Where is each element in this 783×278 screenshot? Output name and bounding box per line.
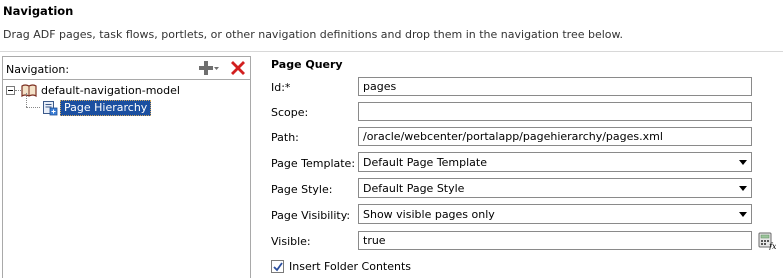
form-title: Page Query bbox=[271, 58, 343, 71]
scope-field[interactable] bbox=[358, 102, 752, 121]
insert-folder-contents-label: Insert Folder Contents bbox=[289, 260, 412, 273]
add-plus-icon[interactable] bbox=[199, 60, 219, 76]
tree-item-page-hierarchy[interactable]: Page Hierarchy bbox=[42, 99, 152, 116]
insert-folder-contents-checkbox[interactable] bbox=[271, 260, 284, 273]
page-visibility-select[interactable]: Show visible pages only bbox=[358, 204, 752, 224]
navigation-label: Navigation: bbox=[6, 63, 70, 76]
path-field[interactable]: /oracle/webcenter/portalapp/pagehierarch… bbox=[358, 127, 752, 146]
chevron-down-icon bbox=[739, 160, 747, 165]
scope-label: Scope: bbox=[271, 106, 309, 119]
id-label: Id:* bbox=[271, 81, 291, 94]
page-style-value: Default Page Style bbox=[363, 182, 465, 195]
tree-connector-vertical bbox=[26, 93, 27, 107]
tree-root-node[interactable]: default-navigation-model bbox=[6, 82, 180, 99]
tree-connector-horizontal bbox=[26, 107, 40, 108]
visible-label: Visible: bbox=[271, 235, 311, 248]
chevron-down-icon bbox=[739, 212, 747, 217]
navigation-panel: Navigation: default-navigation-model Pag… bbox=[2, 56, 251, 278]
navigation-header: Navigation: bbox=[3, 57, 250, 79]
book-icon bbox=[21, 83, 37, 98]
section-description: Drag ADF pages, task flows, portlets, or… bbox=[3, 28, 624, 41]
visible-field[interactable]: true bbox=[358, 231, 752, 250]
page-style-select[interactable]: Default Page Style bbox=[358, 178, 752, 198]
page-template-value: Default Page Template bbox=[363, 156, 488, 169]
page-style-label: Page Style: bbox=[271, 183, 333, 196]
page-template-select[interactable]: Default Page Template bbox=[358, 152, 752, 172]
divider bbox=[0, 51, 783, 52]
id-field[interactable]: pages bbox=[358, 77, 752, 96]
collapse-toggle-icon[interactable] bbox=[6, 86, 15, 95]
delete-x-icon[interactable] bbox=[229, 59, 247, 77]
insert-folder-contents-row[interactable]: Insert Folder Contents bbox=[271, 260, 411, 273]
chevron-down-icon bbox=[739, 186, 747, 191]
svg-text:fx: fx bbox=[768, 242, 776, 250]
tree-item-label: Page Hierarchy bbox=[60, 99, 152, 116]
page-hierarchy-icon bbox=[42, 100, 58, 116]
expression-builder-icon[interactable]: fx bbox=[758, 232, 777, 251]
navigation-separator bbox=[3, 79, 250, 80]
tree-root-label: default-navigation-model bbox=[41, 84, 180, 97]
page-template-label: Page Template: bbox=[271, 157, 356, 170]
page-visibility-label: Page Visibility: bbox=[271, 209, 351, 222]
section-title: Navigation bbox=[3, 4, 74, 18]
page-visibility-value: Show visible pages only bbox=[363, 208, 495, 221]
path-label: Path: bbox=[271, 131, 299, 144]
